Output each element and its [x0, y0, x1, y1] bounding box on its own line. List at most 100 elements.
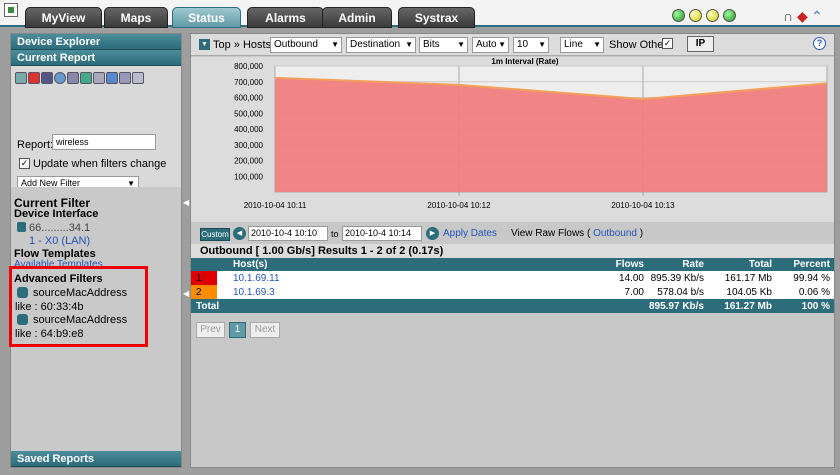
help-icon[interactable]: ? — [813, 37, 826, 50]
series-area — [275, 77, 827, 192]
chart-title: 1m Interval (Rate) — [491, 57, 558, 66]
breadcrumb: Top » Hosts — [213, 39, 272, 51]
host-link[interactable]: 10.1.69.3 — [217, 285, 588, 299]
next-page-button[interactable]: Next — [250, 322, 280, 338]
x-tick-label: 2010-10-04 10:12 — [427, 201, 491, 210]
update-checkbox[interactable]: ✓ — [19, 158, 30, 169]
rate-chart: 1m Interval (Rate) 800,000 700,000 600,000… — [191, 57, 834, 222]
y-tick-label: 300,000 — [234, 141, 263, 150]
prev-page-button[interactable]: Prev — [196, 322, 225, 338]
status-green-icon[interactable] — [672, 9, 685, 22]
col-flows[interactable]: Flows — [588, 258, 648, 271]
copy-icon[interactable] — [119, 72, 131, 84]
view-raw-flows: View Raw Flows ( Outbound ) — [511, 228, 643, 239]
report-toolbar — [15, 72, 144, 88]
device-ip[interactable]: 66.........34.1 — [29, 222, 90, 234]
tab-status[interactable]: Status — [172, 7, 241, 28]
apply-dates-link[interactable]: Apply Dates — [443, 228, 497, 239]
schedule-icon[interactable] — [54, 72, 66, 84]
total-rate-cell: 895.97 Kb/s — [648, 299, 708, 313]
rank-cell: 2 — [191, 285, 217, 299]
report-label: Report: — [17, 139, 54, 151]
interface-link[interactable]: 1 - X0 (LAN) — [29, 235, 90, 247]
table-header-row: Host(s) Flows Rate Total Percent — [191, 258, 834, 271]
update-checkbox-label: Update when filters change — [33, 158, 167, 170]
host-link[interactable]: 10.1.69.11 — [217, 271, 588, 285]
count-select[interactable]: 10 — [513, 37, 549, 53]
collapse-toggle-icon[interactable]: ▼ — [199, 39, 210, 50]
show-other-label: Show Other — [609, 39, 668, 51]
highlight-box — [9, 266, 148, 347]
percent-cell: 0.06 % — [776, 285, 834, 299]
total-percent-cell: 100 % — [776, 299, 834, 313]
total-cell: 161.17 Mb — [708, 271, 776, 285]
status-yellow-icon[interactable] — [689, 9, 702, 22]
tab-alarms[interactable]: Alarms — [247, 7, 324, 28]
app-logo-icon[interactable] — [4, 3, 18, 17]
share-icon[interactable] — [15, 72, 27, 84]
tab-myview[interactable]: MyView — [25, 7, 102, 28]
save-icon[interactable] — [41, 72, 53, 84]
col-rate[interactable]: Rate — [648, 258, 708, 271]
hosts-table: Host(s) Flows Rate Total Percent 1 10.1.… — [191, 258, 834, 313]
export-icon[interactable] — [80, 72, 92, 84]
current-report-header[interactable]: Current Report — [11, 50, 181, 66]
device-explorer-header[interactable]: Device Explorer — [11, 34, 181, 50]
percent-cell: 99.94 % — [776, 271, 834, 285]
x-axis-labels: 2010-10-04 10:11 2010-10-04 10:12 2010-10-… — [244, 201, 675, 210]
unit-select[interactable]: Bits — [419, 37, 468, 53]
tab-admin[interactable]: Admin — [322, 7, 392, 28]
chart-type-select[interactable]: Line — [560, 37, 604, 53]
view-raw-flows-label: View Raw Flows ( — [511, 228, 591, 239]
pdf-icon[interactable] — [28, 72, 40, 84]
raw-flows-outbound-link[interactable]: Outbound — [593, 228, 637, 239]
x-tick-label: 2010-10-04 10:11 — [244, 201, 307, 210]
y-tick-label: 800,000 — [234, 62, 263, 71]
table-total-row: Total 895.97 Kb/s 161.27 Mb 100 % — [191, 299, 834, 313]
email-icon[interactable] — [93, 72, 105, 84]
page-1-button[interactable]: 1 — [229, 322, 246, 338]
tab-systrax[interactable]: Systrax — [398, 7, 475, 28]
total-total-cell: 161.27 Mb — [708, 299, 776, 313]
table-row[interactable]: 1 10.1.69.11 14.00 895.39 Kb/s 161.17 Mb… — [191, 271, 834, 285]
document-icon[interactable] — [132, 72, 144, 84]
saved-reports-header[interactable]: Saved Reports — [11, 451, 181, 467]
show-other-checkbox[interactable]: ✓ — [662, 38, 673, 49]
x-tick-label: 2010-10-04 10:13 — [611, 201, 675, 210]
rss-icon[interactable] — [106, 72, 118, 84]
status-yellow-icon[interactable] — [706, 9, 719, 22]
status-green-icon[interactable] — [723, 9, 736, 22]
collapse-left-icon[interactable]: ◀ — [183, 285, 189, 303]
y-axis-labels: 800,000 700,000 600,000 500,000 400,000 300,0… — [234, 62, 263, 181]
tab-maps[interactable]: Maps — [104, 7, 168, 28]
main-panel: ▼ Top » Hosts Outbound Destination Bits … — [190, 33, 835, 468]
col-percent[interactable]: Percent — [776, 258, 834, 271]
col-total[interactable]: Total — [708, 258, 776, 271]
print-icon[interactable] — [67, 72, 79, 84]
y-tick-label: 200,000 — [234, 157, 263, 166]
device-icon — [17, 222, 26, 232]
table-row[interactable]: 2 10.1.69.3 7.00 578.04 b/s 104.05 Kb 0.… — [191, 285, 834, 299]
custom-button[interactable]: Custom — [200, 228, 230, 241]
alert-icon[interactable]: ◆ — [797, 9, 808, 23]
signal-icon[interactable]: ⌃ — [811, 9, 823, 23]
flows-cell: 14.00 — [588, 271, 648, 285]
y-tick-label: 400,000 — [234, 125, 263, 134]
mode-select[interactable]: Auto — [472, 37, 509, 53]
date-to-label: to — [331, 229, 339, 239]
y-tick-label: 500,000 — [234, 109, 263, 118]
rate-chart-svg: 1m Interval (Rate) 800,000 700,000 600,000… — [234, 57, 828, 210]
collapse-left-icon[interactable]: ◀ — [183, 194, 189, 212]
logout-icon[interactable]: ∩ — [783, 9, 793, 23]
ip-button[interactable]: IP — [687, 36, 714, 52]
col-hosts[interactable]: Host(s) — [217, 258, 588, 271]
y-tick-label: 600,000 — [234, 94, 263, 103]
from-date-input[interactable]: 2010-10-4 10:10 — [248, 226, 328, 241]
rank-cell: 1 — [191, 271, 217, 285]
previous-period-icon[interactable]: ◀ — [233, 227, 246, 240]
report-name-input[interactable]: wireless — [52, 134, 156, 150]
field-select[interactable]: Destination — [346, 37, 416, 53]
direction-select[interactable]: Outbound — [270, 37, 342, 53]
next-period-icon[interactable]: ▶ — [426, 227, 439, 240]
to-date-input[interactable]: 2010-10-4 10:14 — [342, 226, 422, 241]
